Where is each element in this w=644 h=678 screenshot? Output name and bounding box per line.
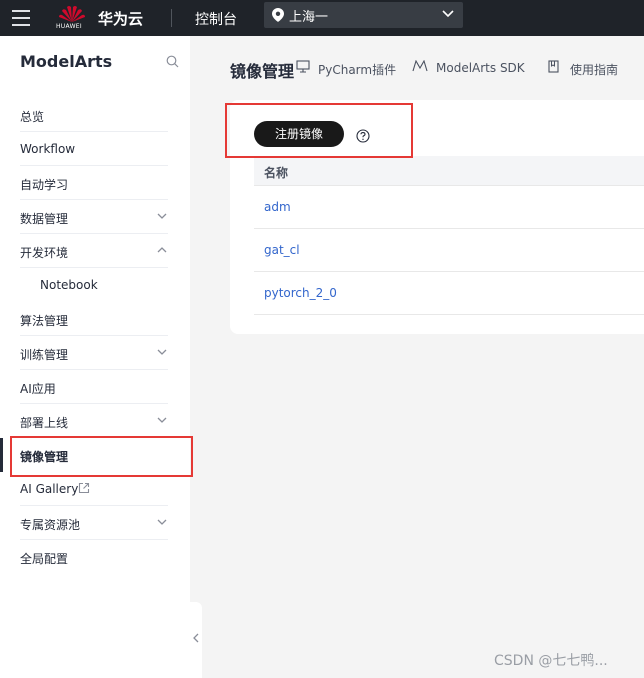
chevron-down-icon (157, 349, 167, 355)
sidebar-item-label: AI应用 (20, 382, 56, 396)
sidebar-item-label: 开发环境 (20, 246, 69, 260)
sidebar-item-auto-learning[interactable]: 自动学习 (0, 166, 190, 200)
sidebar-item-label: 训练管理 (20, 348, 69, 362)
table-row: gat_cl (254, 229, 644, 272)
location-pin-icon (272, 8, 284, 22)
sidebar-item-deployment[interactable]: 部署上线 (0, 404, 190, 438)
highlight-box-register (225, 103, 413, 158)
sidebar-item-label: 部署上线 (20, 416, 69, 430)
column-header-name: 名称 (264, 166, 289, 180)
sidebar-item-algorithm-management[interactable]: 算法管理 (0, 302, 190, 336)
image-name-link[interactable]: pytorch_2_0 (264, 286, 337, 300)
chevron-down-icon (157, 213, 167, 219)
table-header: 名称 (254, 156, 644, 186)
top-bar: HUAWEI 华为云 控制台 上海一 (0, 0, 644, 36)
sidebar-item-global-config[interactable]: 全局配置 (0, 540, 190, 574)
sidebar-item-ai-gallery[interactable]: AI Gallery (0, 472, 190, 506)
sidebar-item-label: 算法管理 (20, 314, 69, 328)
monitor-icon (296, 60, 310, 73)
sidebar-item-data-management[interactable]: 数据管理 (0, 200, 190, 234)
sidebar-item-label: 数据管理 (20, 212, 69, 226)
sidebar-item-label: 自动学习 (20, 178, 69, 192)
image-name-link[interactable]: gat_cl (264, 243, 300, 257)
active-indicator (0, 438, 3, 472)
sidebar-item-label: Workflow (20, 142, 76, 156)
sidebar-item-notebook[interactable]: Notebook (0, 268, 190, 302)
modelarts-sdk-link[interactable]: ModelArts SDK (436, 61, 525, 75)
chevron-down-icon (157, 519, 167, 525)
sidebar-item-overview[interactable]: 总览 (0, 98, 190, 132)
chevron-down-icon (442, 10, 454, 18)
highlight-box-sidebar (10, 436, 193, 477)
sidebar-item-label: AI Gallery (20, 482, 79, 496)
image-name-link[interactable]: adm (264, 200, 291, 214)
sidebar-title: ModelArts (20, 52, 113, 71)
sidebar-item-label: 全局配置 (20, 552, 69, 566)
sidebar-collapse-toggle[interactable] (190, 602, 202, 678)
pycharm-plugin-link[interactable]: PyCharm插件 (318, 61, 396, 78)
sidebar-item-workflow[interactable]: Workflow (0, 132, 190, 166)
user-guide-link[interactable]: 使用指南 (570, 61, 618, 78)
brand-name[interactable]: 华为云 (98, 8, 143, 29)
logo-text: HUAWEI (56, 23, 82, 30)
table-row: adm (254, 186, 644, 229)
region-selector[interactable]: 上海一 (264, 2, 463, 28)
sidebar-item-dedicated-pool[interactable]: 专属资源池 (0, 506, 190, 540)
page-title: 镜像管理 (230, 62, 295, 81)
sidebar-item-dev-environment[interactable]: 开发环境 (0, 234, 190, 268)
sidebar-item-label: 专属资源池 (20, 518, 81, 532)
chevron-down-icon (157, 417, 167, 423)
sidebar: ModelArts 总览 Workflow 自动学习 数据管理 开发环境 Not… (0, 36, 190, 678)
book-icon (548, 60, 559, 73)
search-icon[interactable] (166, 55, 179, 68)
sidebar-item-training-management[interactable]: 训练管理 (0, 336, 190, 370)
divider (171, 9, 172, 27)
modelarts-sdk-icon (412, 60, 428, 72)
console-link[interactable]: 控制台 (195, 9, 237, 29)
table-row: pytorch_2_0 (254, 272, 644, 315)
watermark: CSDN @七七鸭... (494, 653, 608, 669)
chevron-left-icon (193, 633, 199, 643)
sidebar-item-label: 总览 (20, 110, 45, 124)
chevron-up-icon (157, 247, 167, 253)
sidebar-item-ai-apps[interactable]: AI应用 (0, 370, 190, 404)
external-link-icon (78, 482, 90, 494)
sidebar-item-label: Notebook (40, 278, 98, 292)
menu-icon[interactable] (12, 10, 30, 26)
region-label: 上海一 (289, 10, 329, 25)
